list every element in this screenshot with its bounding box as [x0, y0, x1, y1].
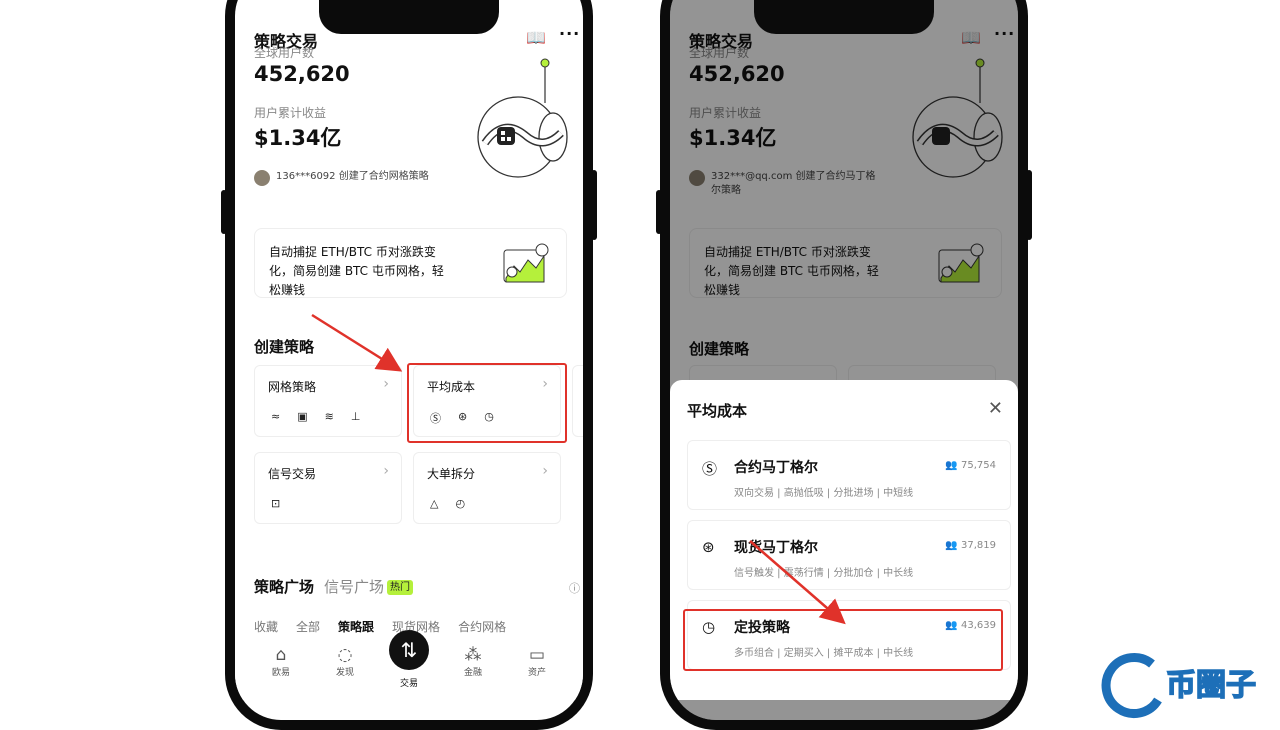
- nav-home[interactable]: ⌂ 欧易: [258, 638, 304, 700]
- home-icon: ⌂: [275, 645, 287, 665]
- highlight-box: [407, 363, 567, 443]
- square-tabs: 策略广场 信号广场 热门: [254, 576, 414, 597]
- grid-chart-icon: [503, 243, 549, 283]
- bottom-nav: ⌂ 欧易 ◌ 发现 ⁂ 金融 ▭ 资产 ⇅ 交易: [235, 630, 583, 700]
- nav-label: 金融: [463, 668, 482, 678]
- discover-icon: ◌: [337, 645, 353, 665]
- nav-label: 资产: [527, 668, 546, 678]
- red-arrow-right: [749, 540, 846, 625]
- info-icon[interactable]: ⓘ: [569, 580, 580, 596]
- global-users-label: 全球用户数: [254, 46, 315, 60]
- chevron-right-icon: ›: [542, 463, 548, 479]
- subtab-all[interactable]: 全部: [296, 618, 320, 635]
- earnings-value: $1.34亿: [254, 126, 342, 150]
- watermark: 币圈子: [1100, 652, 1280, 720]
- red-arrow-left: [311, 313, 403, 372]
- iceberg-icon: △: [430, 497, 439, 510]
- avatar: [254, 170, 270, 186]
- user-count: 75,754: [961, 460, 996, 471]
- card-title: 大单拆分: [427, 467, 476, 481]
- hot-badge: 热门: [387, 580, 414, 595]
- sub-tabs: 收藏 全部 策略跟 现货网格 合约网格: [254, 618, 506, 635]
- finance-icon: ⁂: [464, 645, 482, 665]
- nav-finance[interactable]: ⁂ 金融: [450, 638, 496, 700]
- notch: [754, 0, 934, 34]
- grid-icon: ≋: [324, 410, 334, 423]
- tab-strategy-square[interactable]: 策略广场: [254, 578, 314, 596]
- watermark-text: 币圈子: [1165, 667, 1257, 704]
- subtab-follow[interactable]: 策略跟: [338, 618, 374, 635]
- option-tags: 双向交易 | 高抛低吸 | 分批进场 | 中短线: [734, 488, 914, 499]
- twap-icon: ◴: [455, 497, 466, 510]
- nav-assets[interactable]: ▭ 资产: [514, 638, 560, 700]
- grid-icon: ≈: [271, 410, 281, 423]
- spot-icon: ⊛: [702, 538, 715, 556]
- earnings-label: 用户累计收益: [254, 106, 327, 120]
- watermark-logo-icon: [1101, 653, 1162, 718]
- signal-icon: ⊡: [271, 497, 281, 510]
- global-users-value: 452,620: [254, 62, 350, 86]
- tab-signal-square[interactable]: 信号广场: [324, 578, 384, 596]
- notch: [319, 0, 499, 34]
- nav-label: 交易: [399, 679, 418, 689]
- grid-icon: ⊥: [350, 410, 361, 423]
- grid-icon: ▣: [297, 410, 308, 423]
- promo-banner[interactable]: 自动捕捉 ETH/BTC 币对涨跌变化，简易创建 BTC 屯币网格，轻松赚钱: [254, 228, 567, 298]
- user-count: 37,819: [961, 540, 996, 551]
- more-icon[interactable]: ···: [559, 24, 580, 43]
- option-users: 👥 37,819: [945, 540, 996, 551]
- card-title: 信号交易: [268, 467, 317, 481]
- card-order-split[interactable]: 大单拆分 › △ ◴: [413, 452, 561, 524]
- card-signal-trading[interactable]: 信号交易 › ⊡: [254, 452, 402, 524]
- nav-discover[interactable]: ◌ 发现: [322, 638, 368, 700]
- option-contract-martingale[interactable]: Ⓢ 合约马丁格尔 👥 75,754 双向交易 | 高抛低吸 | 分批进场 | 中…: [687, 440, 1011, 510]
- activity-feed: 136***6092 创建了合约网格策略: [254, 170, 474, 186]
- swap-icon: ⇅: [400, 638, 418, 662]
- nav-label: 欧易: [271, 668, 290, 678]
- sheet-title: 平均成本: [687, 402, 748, 420]
- option-users: 👥 75,754: [945, 460, 996, 471]
- trade-button[interactable]: ⇅: [389, 630, 429, 670]
- wallet-icon: ▭: [528, 645, 546, 665]
- subtab-contract-grid[interactable]: 合约网格: [458, 618, 506, 635]
- book-icon[interactable]: 📖: [526, 28, 546, 47]
- banner-text: 自动捕捉 ETH/BTC 币对涨跌变化，简易创建 BTC 屯币网格，轻松赚钱: [269, 245, 444, 297]
- chevron-right-icon: ›: [383, 463, 389, 479]
- robot-mascot-icon: [477, 58, 568, 178]
- card-partial[interactable]: [572, 365, 583, 437]
- card-title: 网格策略: [268, 380, 317, 394]
- close-icon[interactable]: ✕: [988, 398, 1003, 419]
- subtab-favorites[interactable]: 收藏: [254, 618, 278, 635]
- feed-text: 136***6092 创建了合约网格策略: [276, 171, 429, 182]
- option-name: 合约马丁格尔: [734, 460, 818, 476]
- nav-label: 发现: [335, 668, 354, 678]
- contract-icon: Ⓢ: [702, 460, 718, 478]
